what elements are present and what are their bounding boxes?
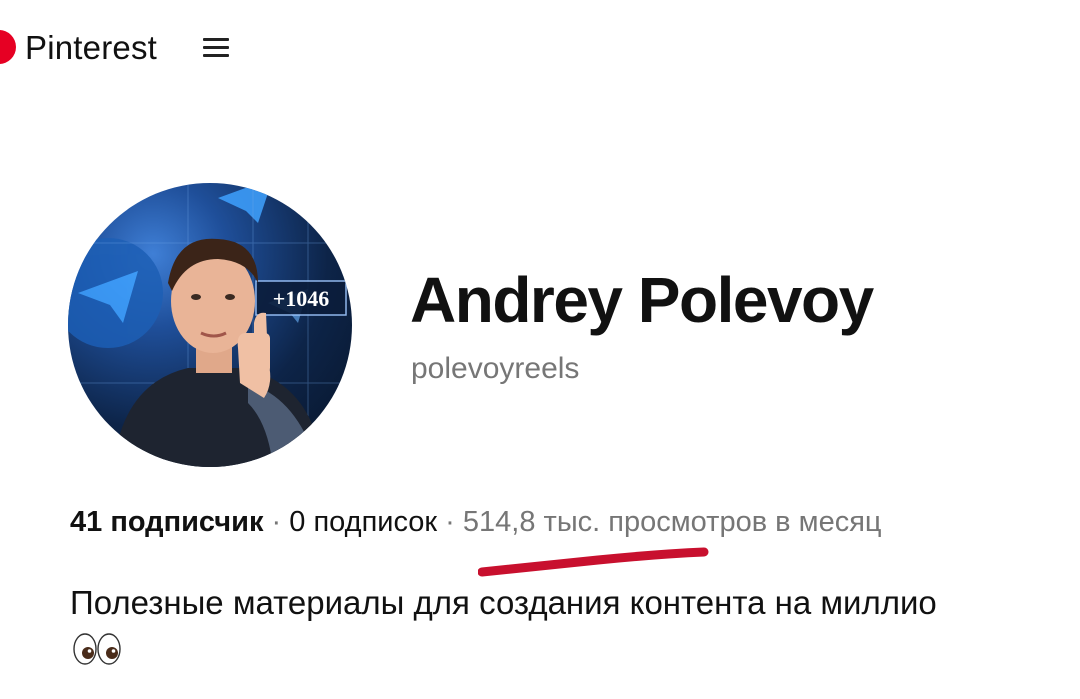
hamburger-menu-icon[interactable] (203, 38, 229, 60)
separator: · (263, 506, 290, 538)
eyes-emoji-icon (73, 633, 121, 665)
separator: · (437, 506, 463, 538)
avatar-badge-text: +1046 (273, 286, 330, 311)
following-count[interactable]: 0 подписок (289, 506, 437, 538)
red-underline-annotation (478, 547, 709, 577)
profile-name: Andrey Polevoy (410, 264, 874, 336)
profile-stats: 41 подписчик · 0 подписок · 514,8 тыс. п… (70, 502, 882, 542)
pinterest-logo-icon[interactable] (0, 30, 16, 64)
brand-name[interactable]: Pinterest (25, 27, 157, 69)
monthly-views: 514,8 тыс. просмотров в месяц (462, 506, 882, 538)
profile-username: polevoyreels (411, 352, 580, 385)
avatar: +1046 (68, 183, 352, 467)
followers-count[interactable]: 41 подписчик (70, 506, 263, 538)
profile-bio: Полезные материалы для создания контента… (70, 584, 937, 621)
